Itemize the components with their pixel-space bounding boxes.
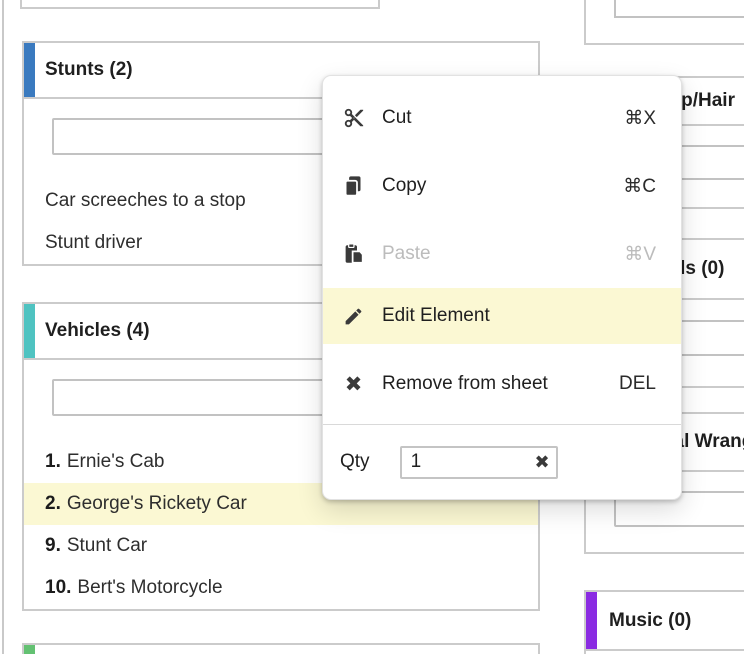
- menu-shortcut: DEL: [619, 373, 656, 394]
- menu-shortcut: ⌘V: [624, 243, 656, 265]
- panel-header: [24, 645, 538, 654]
- menu-shortcut: ⌘C: [623, 175, 656, 197]
- element-label: Bert's Motorcycle: [77, 577, 223, 598]
- menu-item-label: Paste: [382, 243, 431, 264]
- context-menu: Cut ⌘X Copy ⌘C Paste ⌘V Edit Element ✖ R…: [322, 75, 682, 500]
- paste-icon: [340, 243, 367, 265]
- category-color-bar: [24, 43, 35, 97]
- menu-item-label: Edit Element: [382, 305, 490, 326]
- element-label: Car screeches to a stop: [45, 190, 246, 211]
- category-color-bar: [586, 592, 597, 649]
- category-color-bar: [24, 304, 35, 358]
- menu-item-copy[interactable]: Copy ⌘C: [323, 152, 681, 220]
- panel-header: Music (0): [586, 592, 744, 651]
- quantity-row: Qty ✖: [323, 425, 681, 499]
- element-row[interactable]: 9. Stunt Car: [24, 525, 538, 567]
- copy-icon: [340, 175, 367, 197]
- element-label: Ernie's Cab: [66, 451, 165, 472]
- sheet-left-border: [2, 0, 4, 654]
- element-number: 1.: [45, 451, 61, 472]
- menu-item-label: Cut: [382, 107, 412, 128]
- quantity-input[interactable]: [401, 448, 521, 476]
- menu-item-cut[interactable]: Cut ⌘X: [323, 84, 681, 152]
- element-label: George's Rickety Car: [66, 493, 247, 514]
- category-color-bar: [24, 645, 35, 654]
- menu-item-paste: Paste ⌘V: [323, 220, 681, 288]
- element-number: 10.: [45, 577, 72, 598]
- element-label: Stunt Car: [66, 535, 148, 556]
- panel-title: Music (0): [609, 610, 692, 631]
- category-panel-music: Music (0): [584, 590, 744, 654]
- menu-shortcut: ⌘X: [624, 107, 656, 129]
- element-number: 2.: [45, 493, 61, 514]
- quantity-label: Qty: [340, 451, 370, 472]
- quantity-field: ✖: [399, 445, 558, 479]
- search-input-partial[interactable]: [614, 0, 744, 18]
- menu-item-label: Copy: [382, 175, 427, 196]
- remove-x-icon: ✖: [344, 372, 363, 396]
- element-row[interactable]: 10. Bert's Motorcycle: [24, 567, 538, 609]
- menu-item-edit-element[interactable]: Edit Element: [323, 288, 681, 344]
- menu-item-label: Remove from sheet: [382, 373, 548, 394]
- menu-item-remove-from-sheet[interactable]: ✖ Remove from sheet DEL: [323, 344, 681, 424]
- breakdown-sheet: Stunts (2) Car screeches to a stop Stunt…: [0, 0, 744, 654]
- element-number: 9.: [45, 535, 61, 556]
- category-panel-partial-bottom: [22, 643, 540, 654]
- scissors-icon: [340, 107, 367, 129]
- clear-quantity-icon[interactable]: ✖: [534, 453, 549, 471]
- panel-partial-top-left: [20, 0, 380, 9]
- element-label: Stunt driver: [45, 232, 143, 253]
- pencil-icon: [340, 306, 367, 327]
